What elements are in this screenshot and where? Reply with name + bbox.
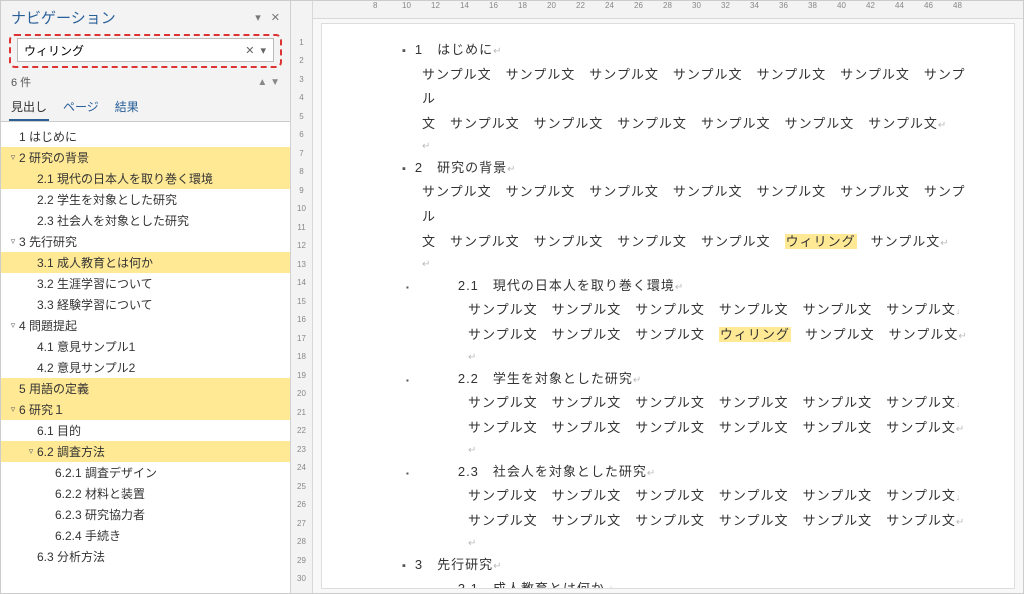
nav-close-icon[interactable]: ✕ [271,11,280,24]
tab-pages[interactable]: ページ [61,94,101,121]
heading-2-21: ▪2.1 現代の日本人を取り巻く環境↵ [402,274,974,299]
outline-item[interactable]: 6.2.1 調査デザイン [1,462,290,483]
outline-caret-icon[interactable]: ▿ [7,236,19,247]
nav-menu-icon[interactable]: ▾ [255,11,261,24]
heading-1-2: ▪2 研究の背景↵ [402,156,974,181]
prev-result-icon[interactable]: ▲ [257,77,267,88]
outline-item[interactable]: ▿6.2 調査方法 [1,441,290,462]
outline-caret-icon[interactable]: ▿ [7,152,19,163]
outline-item-label: 6.2.3 研究協力者 [55,506,145,523]
blank-line: ↵ [422,137,974,156]
search-options-icon[interactable]: ▾ [257,44,269,57]
blank-line: ↵ [468,441,974,460]
outline-item[interactable]: ▿2 研究の背景 [1,147,290,168]
outline-item-label: 6 研究１ [19,401,65,418]
nav-title: ナビゲーション [11,7,116,28]
outline-item[interactable]: 3.1 成人教育とは何か [1,252,290,273]
search-hit: ウィリング [719,327,791,342]
outline-item[interactable]: 6.1 目的 [1,420,290,441]
result-count: 6 件 [11,74,31,90]
outline-item[interactable]: 4.2 意見サンプル2 [1,357,290,378]
heading-1-3: ▪3 先行研究↵ [402,553,974,578]
outline-item-label: 4 問題提起 [19,317,77,334]
outline-item[interactable]: 2.1 現代の日本人を取り巻く環境 [1,168,290,189]
outline-item[interactable]: 6.2.4 手続き [1,525,290,546]
horizontal-ruler: 8101214161820222426283032343638404244464… [313,1,1023,19]
outline-item-label: 2.1 現代の日本人を取り巻く環境 [37,170,213,187]
outline-item[interactable]: 2.3 社会人を対象とした研究 [1,210,290,231]
outline-item-label: 6.2.2 材料と装置 [55,485,145,502]
search-box[interactable]: ✕ ▾ [17,38,274,62]
outline-item-label: 1 はじめに [19,128,77,145]
outline-item-label: 6.2.4 手続き [55,527,121,544]
heading-2-31: ▪3.1 成人教育とは何か↵ [402,577,974,589]
outline-item[interactable]: ▿4 問題提起 [1,315,290,336]
outline-item[interactable]: ▿3 先行研究 [1,231,290,252]
outline-item-label: 5 用語の定義 [19,380,89,397]
outline-item[interactable]: 3.3 経験学習について [1,294,290,315]
outline-item[interactable]: 3.2 生涯学習について [1,273,290,294]
result-count-row: 6 件 ▲ ▼ [1,72,290,92]
blank-line: ↵ [468,534,974,553]
outline-item[interactable]: 1 はじめに [1,126,290,147]
outline-item[interactable]: 2.2 学生を対象とした研究 [1,189,290,210]
outline-item-label: 4.2 意見サンプル2 [37,359,135,376]
outline-item-label: 2.3 社会人を対象とした研究 [37,212,189,229]
next-result-icon[interactable]: ▼ [270,77,280,88]
search-emphasis-border: ✕ ▾ [9,34,282,68]
outline-caret-icon[interactable]: ▿ [7,404,19,415]
outline-tree: 1 はじめに▿2 研究の背景2.1 現代の日本人を取り巻く環境2.2 学生を対象… [1,122,290,593]
clear-search-icon[interactable]: ✕ [242,44,257,57]
outline-item-label: 3.1 成人教育とは何か [37,254,153,271]
body-text: サンプル文 サンプル文 サンプル文 サンプル文 サンプル文 サンプル文↓ サンプ… [468,484,974,533]
outline-item-label: 3.2 生涯学習について [37,275,153,292]
blank-line: ↵ [468,348,974,367]
outline-item[interactable]: 6.3 分析方法 [1,546,290,567]
heading-1-1: ▪1 はじめに↵ [402,38,974,63]
outline-item[interactable]: 6.2.2 材料と装置 [1,483,290,504]
outline-item-label: 3.3 経験学習について [37,296,153,313]
outline-item-label: 2 研究の背景 [19,149,89,166]
outline-item-label: 6.2.1 調査デザイン [55,464,157,481]
tab-results[interactable]: 結果 [113,94,141,121]
outline-item-label: 3 先行研究 [19,233,77,250]
blank-line: ↵ [422,255,974,274]
body-text: サンプル文 サンプル文 サンプル文 サンプル文 サンプル文 サンプル文 サンプル… [422,63,974,137]
outline-item-label: 4.1 意見サンプル1 [37,338,135,355]
body-text: サンプル文 サンプル文 サンプル文 サンプル文 サンプル文 サンプル文 サンプル… [422,180,974,254]
outline-item[interactable]: 6.2.3 研究協力者 [1,504,290,525]
vertical-ruler: 1234567891011121314151617181920212223242… [291,1,313,593]
outline-item[interactable]: ▿6 研究１ [1,399,290,420]
document-page[interactable]: ▪1 はじめに↵ サンプル文 サンプル文 サンプル文 サンプル文 サンプル文 サ… [321,23,1015,589]
outline-item-label: 2.2 学生を対象とした研究 [37,191,177,208]
search-hit: ウィリング [785,234,857,249]
outline-item[interactable]: 5 用語の定義 [1,378,290,399]
nav-header: ナビゲーション ▾ ✕ [1,1,290,30]
document-area: 1234567891011121314151617181920212223242… [291,1,1023,593]
outline-item[interactable]: 4.1 意見サンプル1 [1,336,290,357]
outline-caret-icon[interactable]: ▿ [25,446,37,457]
search-input[interactable] [22,41,242,59]
heading-2-22: ▪2.2 学生を対象とした研究↵ [402,367,974,392]
heading-2-23: ▪2.3 社会人を対象とした研究↵ [402,460,974,485]
nav-tabs: 見出し ページ 結果 [1,94,290,122]
tab-headings[interactable]: 見出し [9,94,49,121]
outline-item-label: 6.1 目的 [37,422,81,439]
outline-item-label: 6.3 分析方法 [37,548,105,565]
outline-caret-icon[interactable]: ▿ [7,320,19,331]
outline-item-label: 6.2 調査方法 [37,443,105,460]
navigation-panel: ナビゲーション ▾ ✕ ✕ ▾ 6 件 ▲ ▼ 見出し ページ 結果 1 はじめ… [1,1,291,593]
body-text: サンプル文 サンプル文 サンプル文 サンプル文 サンプル文 サンプル文↓ サンプ… [468,391,974,440]
body-text: サンプル文 サンプル文 サンプル文 サンプル文 サンプル文 サンプル文↓ サンプ… [468,298,974,347]
